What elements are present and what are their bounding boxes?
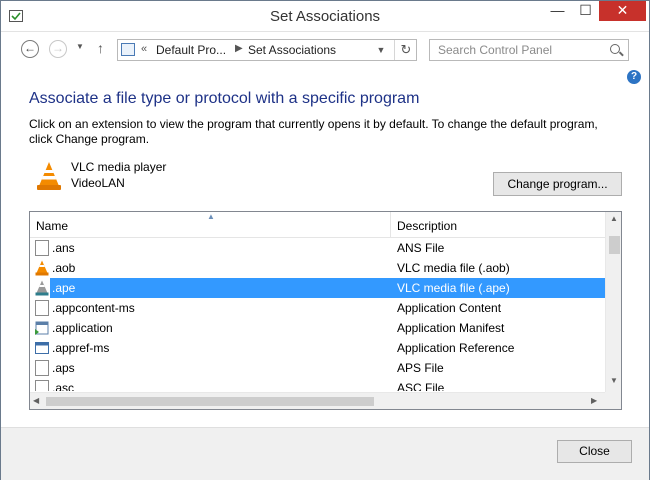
horizontal-scroll-thumb[interactable]	[46, 397, 374, 406]
column-header-name[interactable]: Name	[36, 219, 68, 233]
program-vendor: VideoLAN	[71, 176, 125, 190]
column-divider[interactable]	[390, 212, 391, 237]
blank-doc-icon	[35, 300, 49, 316]
row-description: ASC File	[397, 381, 445, 391]
vertical-scrollbar[interactable]: ▲ ▼	[605, 212, 621, 392]
table-row[interactable]: .asc ASC File	[30, 378, 605, 391]
window-icon	[35, 342, 49, 354]
row-extension: .ape	[52, 281, 76, 295]
search-placeholder: Search Control Panel	[438, 43, 553, 57]
chevron-down-icon: ▼	[76, 42, 84, 51]
blank-doc-icon	[35, 380, 49, 391]
page-title: Associate a file type or protocol with a…	[29, 90, 420, 107]
title-bar: Set Associations — ☐ ✕	[1, 1, 649, 32]
scrollbar-corner	[605, 392, 621, 409]
vlc-cone-icon	[35, 280, 49, 296]
row-description: VLC media file (.aob)	[397, 261, 510, 275]
scroll-down-arrow-icon[interactable]: ▼	[606, 376, 621, 385]
chevron-right-icon[interactable]: ▶	[235, 43, 243, 54]
refresh-button[interactable]: ↻	[394, 40, 417, 60]
search-icon[interactable]	[610, 44, 620, 54]
list-header: Name ▲ Description	[30, 212, 605, 238]
sort-ascending-icon: ▲	[207, 212, 215, 221]
vlc-cone-icon	[35, 260, 49, 276]
row-extension: .appref-ms	[52, 341, 110, 355]
help-icon[interactable]: ?	[627, 70, 641, 84]
app-manifest-icon	[35, 321, 49, 335]
list-rows: .ans ANS File .aob VLC media file (.aob)	[30, 238, 605, 391]
up-button[interactable]: ↑	[97, 40, 104, 56]
back-button[interactable]: ←	[21, 40, 39, 58]
row-extension: .aps	[52, 361, 75, 375]
program-name: VLC media player	[71, 160, 167, 174]
change-program-button[interactable]: Change program...	[493, 172, 622, 196]
table-row[interactable]: .aob VLC media file (.aob)	[30, 258, 605, 278]
breadcrumb-overflow[interactable]: «	[141, 43, 147, 55]
vertical-scroll-thumb[interactable]	[609, 236, 620, 254]
address-dropdown-button[interactable]: ▼	[370, 40, 392, 60]
row-extension: .application	[52, 321, 113, 335]
close-window-button[interactable]: ✕	[599, 1, 646, 21]
arrow-up-icon: ↑	[97, 40, 104, 56]
maximize-button[interactable]: ☐	[572, 1, 599, 21]
close-button[interactable]: Close	[557, 440, 632, 463]
table-row[interactable]: .ans ANS File	[30, 238, 605, 258]
row-description: APS File	[397, 361, 444, 375]
forward-button[interactable]: →	[49, 40, 67, 58]
address-bar[interactable]: « Default Pro... ▶ Set Associations ▼ ↻	[117, 39, 417, 61]
refresh-icon: ↻	[400, 42, 412, 57]
search-input[interactable]: Search Control Panel	[429, 39, 629, 61]
page-description: Click on an extension to view the progra…	[29, 117, 598, 146]
row-extension: .ans	[52, 241, 75, 255]
chevron-down-icon: ▼	[376, 45, 386, 55]
table-row-selected[interactable]: .ape VLC media file (.ape)	[30, 278, 605, 298]
blank-doc-icon	[35, 240, 49, 256]
table-row[interactable]: .application Application Manifest	[30, 318, 605, 338]
control-panel-icon	[121, 43, 135, 56]
associations-list[interactable]: Name ▲ Description .ans ANS File .aob VL…	[29, 211, 622, 410]
table-row[interactable]: .appref-ms Application Reference	[30, 338, 605, 358]
scroll-left-arrow-icon[interactable]: ◀	[33, 396, 39, 405]
row-description: VLC media file (.ape)	[397, 281, 510, 295]
column-header-description[interactable]: Description	[397, 219, 457, 233]
horizontal-scrollbar[interactable]: ◀ ▶	[30, 392, 605, 409]
row-description: Application Reference	[397, 341, 515, 355]
recent-locations-button[interactable]: ▼	[76, 42, 84, 51]
row-description: ANS File	[397, 241, 445, 255]
row-extension: .asc	[52, 381, 75, 391]
set-associations-window: Set Associations — ☐ ✕ ← → ▼ ↑ « Default…	[0, 0, 650, 480]
row-extension: .appcontent-ms	[52, 301, 135, 315]
row-description: Application Content	[397, 301, 502, 315]
row-extension: .aob	[52, 261, 76, 275]
dialog-footer	[1, 427, 649, 480]
breadcrumb-default-programs[interactable]: Default Pro...	[156, 43, 226, 57]
blank-doc-icon	[35, 360, 49, 376]
table-row[interactable]: .aps APS File	[30, 358, 605, 378]
selection-highlight	[50, 278, 605, 298]
minimize-button[interactable]: —	[544, 1, 571, 21]
navigation-bar: ← → ▼ ↑ « Default Pro... ▶ Set Associati…	[1, 32, 649, 66]
table-row[interactable]: .appcontent-ms Application Content	[30, 298, 605, 318]
arrow-left-icon: ←	[24, 41, 36, 55]
row-description: Application Manifest	[397, 321, 505, 335]
arrow-right-icon: →	[52, 41, 64, 55]
scroll-right-arrow-icon[interactable]: ▶	[591, 396, 597, 405]
breadcrumb-set-associations[interactable]: Set Associations	[248, 43, 336, 57]
scroll-up-arrow-icon[interactable]: ▲	[606, 214, 621, 223]
vlc-cone-icon	[37, 162, 61, 190]
